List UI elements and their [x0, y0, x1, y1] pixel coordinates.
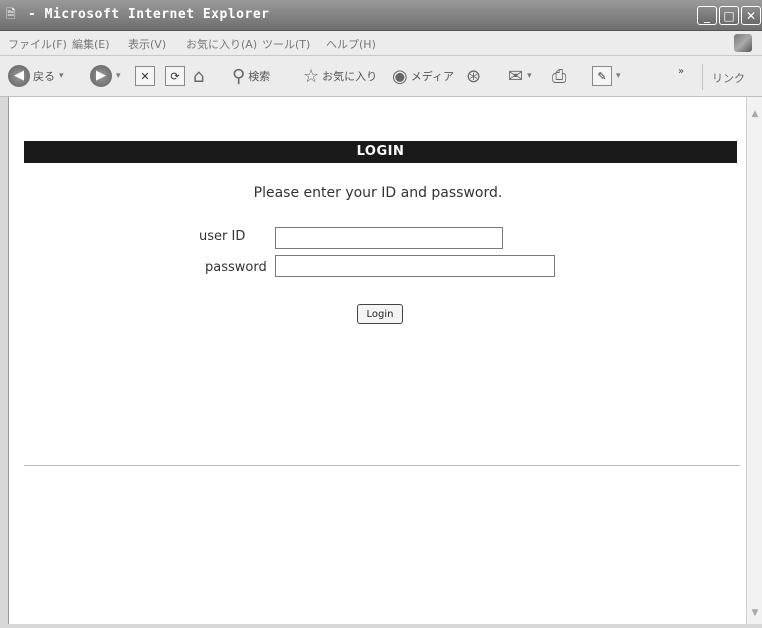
search-button[interactable]: ⚲ 検索	[232, 64, 270, 88]
scroll-up-icon[interactable]: ▲	[749, 109, 761, 119]
password-input[interactable]	[275, 255, 555, 277]
toolbar: ◀ 戻る ▾ ▶ ▾ ✕ ⟳ ⌂ ⚲ 検索 ☆ お気に入り ◉ メディア ⊛ ✉…	[0, 56, 762, 97]
refresh-button[interactable]: ⟳	[165, 64, 185, 88]
vertical-scrollbar[interactable]: ▲ ▼	[746, 97, 762, 624]
edit-dropdown-icon[interactable]: ▾	[616, 71, 621, 81]
menu-file[interactable]: ファイル(F)	[8, 36, 67, 52]
ie-page-icon: 🗎	[6, 7, 16, 21]
home-button[interactable]: ⌂	[193, 64, 204, 88]
forward-arrow-icon: ▶	[90, 65, 112, 87]
media-icon: ◉	[392, 65, 408, 87]
scroll-down-icon[interactable]: ▼	[749, 608, 761, 618]
forward-dropdown-icon[interactable]: ▾	[116, 71, 121, 81]
refresh-icon: ⟳	[165, 66, 185, 86]
browser-window: 🗎 - Microsoft Internet Explorer _ □ ✕ ファ…	[0, 0, 762, 628]
page-content: LOGIN Please enter your ID and password.…	[8, 97, 747, 624]
history-button[interactable]: ⊛	[466, 64, 481, 88]
title-bar: 🗎 - Microsoft Internet Explorer _ □ ✕	[0, 0, 762, 31]
home-icon: ⌂	[193, 65, 205, 87]
favorites-star-icon: ☆	[303, 65, 320, 87]
print-button[interactable]: ⎙	[552, 64, 566, 88]
favorites-label: お気に入り	[322, 70, 378, 83]
edit-button[interactable]: ✎ ▾	[592, 64, 621, 88]
back-label: 戻る	[33, 70, 55, 83]
horizontal-rule	[24, 465, 740, 466]
media-button[interactable]: ◉ メディア	[392, 64, 454, 88]
mail-icon: ✉	[508, 65, 524, 87]
close-button[interactable]: ✕	[741, 6, 761, 25]
maximize-button[interactable]: □	[719, 6, 739, 25]
search-icon: ⚲	[232, 65, 246, 87]
menu-edit[interactable]: 編集(E)	[72, 36, 110, 52]
search-label: 検索	[248, 70, 271, 83]
minimize-button[interactable]: _	[697, 6, 717, 25]
login-button[interactable]: Login	[357, 304, 403, 324]
toolbar-separator	[702, 64, 703, 90]
media-label: メディア	[410, 70, 454, 83]
mail-dropdown-icon[interactable]: ▾	[527, 71, 532, 81]
windows-logo-icon	[734, 34, 752, 52]
window-title: - Microsoft Internet Explorer	[28, 7, 270, 22]
menu-view[interactable]: 表示(V)	[128, 36, 166, 52]
back-button[interactable]: ◀ 戻る ▾	[8, 64, 64, 88]
menu-tools[interactable]: ツール(T)	[262, 36, 310, 52]
links-label[interactable]: リンク	[712, 70, 745, 86]
user-id-input[interactable]	[275, 227, 503, 249]
favorites-button[interactable]: ☆ お気に入り	[303, 64, 377, 88]
back-dropdown-icon[interactable]: ▾	[59, 71, 64, 81]
user-id-label: user ID	[199, 229, 246, 244]
password-label: password	[205, 260, 267, 275]
edit-icon: ✎	[592, 66, 612, 86]
menu-help[interactable]: ヘルプ(H)	[326, 36, 376, 52]
toolbar-more-chevron[interactable]: »	[678, 66, 684, 77]
stop-icon: ✕	[135, 66, 155, 86]
forward-button[interactable]: ▶ ▾	[90, 64, 121, 88]
login-header: LOGIN	[24, 141, 737, 163]
stop-button[interactable]: ✕	[135, 64, 155, 88]
menu-favorites[interactable]: お気に入り(A)	[186, 36, 257, 52]
instruction-text: Please enter your ID and password.	[253, 185, 503, 201]
history-icon: ⊛	[466, 65, 482, 87]
back-arrow-icon: ◀	[8, 65, 30, 87]
mail-button[interactable]: ✉ ▾	[508, 64, 532, 88]
print-icon: ⎙	[552, 65, 567, 87]
menu-bar: ファイル(F) 編集(E) 表示(V) お気に入り(A) ツール(T) ヘルプ(…	[0, 31, 762, 56]
